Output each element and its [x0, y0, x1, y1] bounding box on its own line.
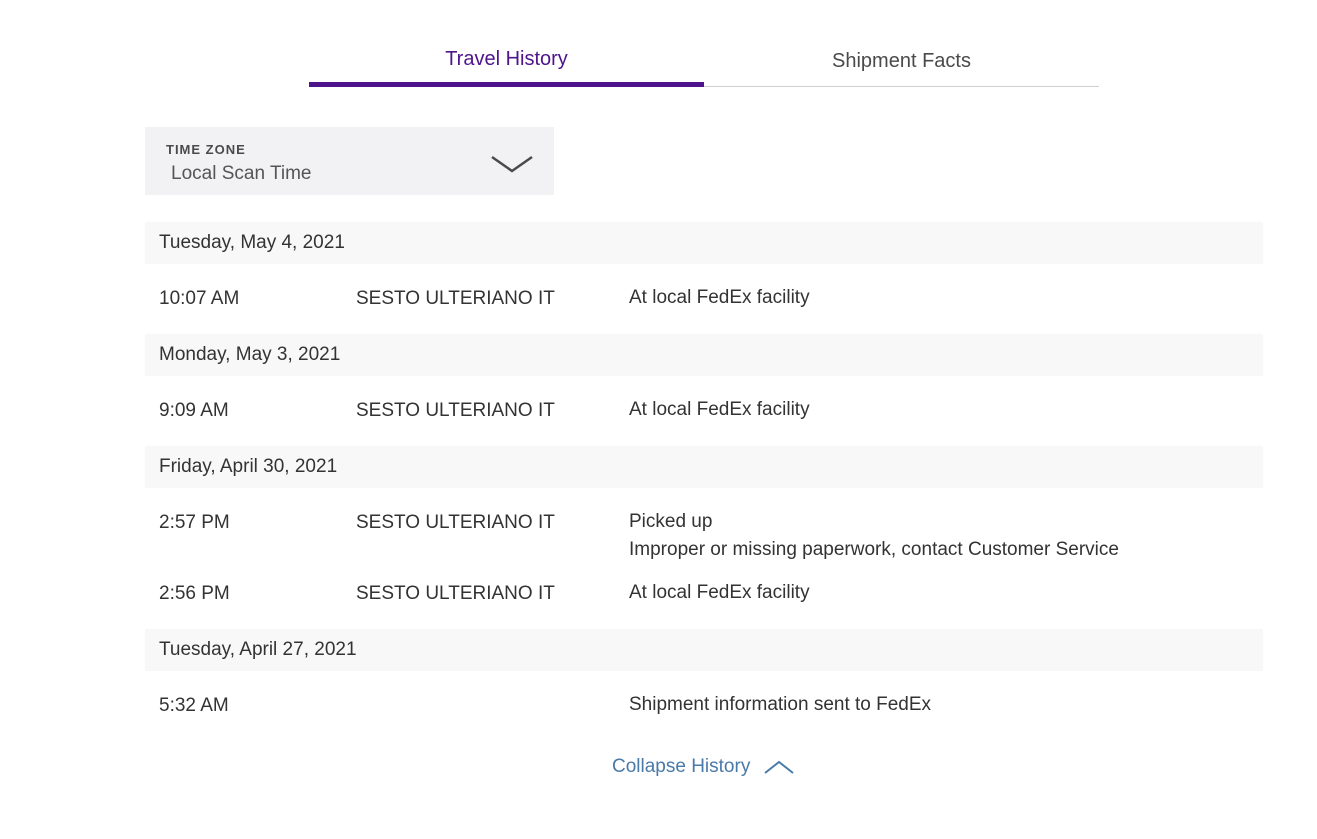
history-event: 2:56 PM SESTO ULTERIANO IT At local FedE… [145, 558, 1263, 629]
event-description: At local FedEx facility [629, 579, 810, 607]
event-time: 2:56 PM [159, 583, 230, 604]
event-location: SESTO ULTERIANO IT [356, 288, 555, 309]
event-location: SESTO ULTERIANO IT [356, 400, 555, 421]
chevron-down-icon [491, 155, 533, 173]
event-description-line: At local FedEx facility [629, 582, 810, 603]
tab-shipment-facts[interactable]: Shipment Facts [704, 40, 1099, 86]
travel-history-list: Tuesday, May 4, 2021 10:07 AM SESTO ULTE… [145, 222, 1263, 741]
collapse-history-button[interactable]: Collapse History [612, 756, 794, 778]
history-event: 10:07 AM SESTO ULTERIANO IT At local Fed… [145, 264, 1263, 334]
event-description: Shipment information sent to FedEx [629, 691, 931, 719]
timezone-value: Local Scan Time [171, 163, 312, 184]
event-time: 9:09 AM [159, 400, 229, 421]
date-header: Tuesday, May 4, 2021 [145, 222, 1263, 264]
page: Travel History Shipment Facts TIME ZONE … [0, 0, 1317, 839]
history-event: 9:09 AM SESTO ULTERIANO IT At local FedE… [145, 376, 1263, 446]
event-time: 2:57 PM [159, 512, 230, 533]
event-time: 10:07 AM [159, 288, 240, 309]
history-event: 5:32 AM Shipment information sent to Fed… [145, 671, 1263, 741]
event-location: SESTO ULTERIANO IT [356, 512, 555, 533]
event-description-line: Picked up [629, 511, 713, 532]
date-header: Friday, April 30, 2021 [145, 446, 1263, 488]
event-description-line: At local FedEx facility [629, 399, 810, 420]
event-description-line: At local FedEx facility [629, 287, 810, 308]
event-description: Picked up Improper or missing paperwork,… [629, 508, 1119, 564]
date-header: Tuesday, April 27, 2021 [145, 629, 1263, 671]
event-description: At local FedEx facility [629, 284, 810, 312]
event-location: SESTO ULTERIANO IT [356, 583, 555, 604]
event-description: At local FedEx facility [629, 396, 810, 424]
collapse-history-label: Collapse History [612, 756, 751, 777]
timezone-label: TIME ZONE [166, 142, 246, 157]
chevron-up-icon [764, 760, 794, 774]
history-event: 2:57 PM SESTO ULTERIANO IT Picked up Imp… [145, 488, 1263, 560]
event-description-line: Shipment information sent to FedEx [629, 694, 932, 715]
timezone-select[interactable]: TIME ZONE Local Scan Time [145, 127, 554, 195]
tab-bar: Travel History Shipment Facts [309, 40, 1099, 87]
date-header: Monday, May 3, 2021 [145, 334, 1263, 376]
tab-travel-history[interactable]: Travel History [309, 40, 704, 87]
event-time: 5:32 AM [159, 695, 229, 716]
